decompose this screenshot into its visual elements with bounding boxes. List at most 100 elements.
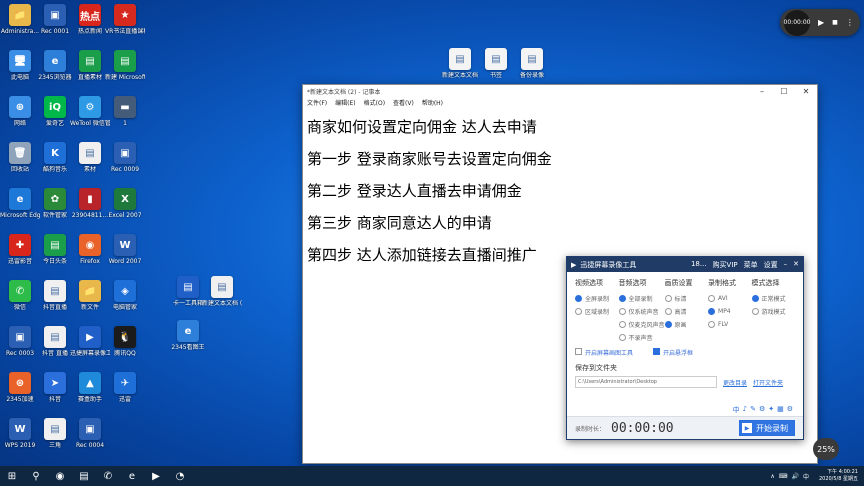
- buy-vip-button[interactable]: 购买VIP: [713, 260, 738, 270]
- desktop-icon[interactable]: 🖥 此电脑: [0, 50, 40, 81]
- taskbar-app-icon[interactable]: ▤: [72, 466, 96, 486]
- radio-option[interactable]: 正常模式: [751, 292, 796, 305]
- desktop-icon[interactable]: 🗑 回收站: [0, 142, 40, 173]
- radio-option[interactable]: 全部录制: [618, 292, 665, 305]
- desktop-icon[interactable]: ▤ 备份录像: [512, 48, 552, 79]
- menu-button[interactable]: 菜单: [744, 260, 758, 270]
- desktop-icon[interactable]: W Word 2007: [105, 234, 145, 265]
- radio-option[interactable]: 原画: [664, 318, 709, 331]
- minimize-icon[interactable]: –: [751, 87, 773, 96]
- notepad-titlebar[interactable]: *新建文本文档 (2) - 记事本 – ☐ ✕: [303, 85, 817, 98]
- desktop-icon[interactable]: ▣ Rec 0009: [105, 142, 145, 173]
- start-record-button[interactable]: ▶ 开始录制: [739, 420, 795, 436]
- menu-view[interactable]: 查看(V): [393, 98, 414, 108]
- desktop-icon[interactable]: ▤ 三角: [35, 418, 75, 449]
- desktop-icon[interactable]: ▮ 23904811...: [70, 188, 110, 219]
- desktop-icon[interactable]: ◈ 电脑管家: [105, 280, 145, 311]
- toolbar-tool-icon[interactable]: ⚙: [787, 405, 793, 415]
- toolbar-tool-icon[interactable]: ✎: [750, 405, 756, 415]
- desktop-icon[interactable]: ▣ Rec 0003: [0, 326, 40, 357]
- change-dir-link[interactable]: 更改目录: [723, 378, 747, 387]
- minimize-icon[interactable]: –: [784, 260, 788, 270]
- desktop-icon[interactable]: 🐧 腾讯QQ: [105, 326, 145, 357]
- play-icon[interactable]: ▶: [818, 18, 824, 27]
- desktop-icon[interactable]: 📁 Administra...: [0, 4, 40, 35]
- desktop-icon[interactable]: e 2345看图王: [168, 320, 208, 351]
- start-icon[interactable]: ⊞: [0, 466, 24, 486]
- radio-option[interactable]: 区域录制: [575, 305, 619, 318]
- desktop-icon[interactable]: ▤ 新建 Microsoft...: [105, 50, 145, 81]
- clock[interactable]: 下午 4:00:21 2020/5/8 星期五: [819, 469, 858, 483]
- desktop-icon[interactable]: ✈ 迅雷: [105, 372, 145, 403]
- radio-option[interactable]: 不录声音: [618, 331, 665, 344]
- maximize-icon[interactable]: ☐: [773, 87, 795, 96]
- desktop-icon[interactable]: ⊕ 网络: [0, 96, 40, 127]
- float-window-checkbox[interactable]: 开启悬浮框: [653, 348, 693, 357]
- desktop-icon[interactable]: ▣ Rec 0004: [70, 418, 110, 449]
- desktop-icon[interactable]: e 2345浏览器: [35, 50, 75, 81]
- taskbar-app-icon[interactable]: ◉: [48, 466, 72, 486]
- close-icon[interactable]: ✕: [793, 260, 799, 270]
- desktop-icon[interactable]: ▬ 1: [105, 96, 145, 127]
- radio-option[interactable]: MP4: [708, 305, 752, 318]
- desktop-icon[interactable]: e Microsoft Edge: [0, 188, 40, 219]
- screen-recorder-window[interactable]: ▶ 迅捷屏幕录像工具 18... 购买VIP 菜单 设置 – ✕ 视频选项 全屏录…: [566, 256, 804, 440]
- taskbar-app-icon[interactable]: ✆: [96, 466, 120, 486]
- toolbar-tool-icon[interactable]: ⚙: [759, 405, 765, 415]
- desktop-icon[interactable]: ▤ 素材: [70, 142, 110, 173]
- drawing-tool-checkbox[interactable]: 开启屏幕画图工具: [575, 348, 633, 357]
- search-icon[interactable]: ⚲: [24, 466, 48, 486]
- radio-option[interactable]: 全屏录制: [575, 292, 619, 305]
- desktop-icon[interactable]: iQ 爱奇艺: [35, 96, 75, 127]
- desktop-icon[interactable]: ▤ 今日头条: [35, 234, 75, 265]
- radio-option[interactable]: FLV: [708, 318, 752, 331]
- open-folder-link[interactable]: 打开文件夹: [753, 378, 783, 387]
- desktop-icon[interactable]: ★ VR书法直播课程设计: [105, 4, 145, 35]
- desktop-icon[interactable]: ✿ 软件管家: [35, 188, 75, 219]
- taskbar-app-icon[interactable]: e: [120, 466, 144, 486]
- volume-icon[interactable]: 🔊: [791, 473, 798, 480]
- desktop-icon[interactable]: ▣ Rec 0001: [35, 4, 75, 35]
- floating-record-widget[interactable]: 00:00:00 ▶ ■ ⋮: [780, 9, 860, 36]
- desktop-icon[interactable]: ⊛ 2345加速: [0, 372, 40, 403]
- desktop-icon[interactable]: ⚙ WeTool 微信管理: [70, 96, 110, 127]
- toolbar-tool-icon[interactable]: ♪: [743, 405, 747, 415]
- radio-option[interactable]: 高清: [664, 305, 709, 318]
- close-icon[interactable]: ✕: [795, 87, 817, 96]
- menu-edit[interactable]: 编辑(E): [335, 98, 355, 108]
- user-account[interactable]: 18...: [691, 260, 707, 270]
- taskbar-app-icon[interactable]: ◔: [168, 466, 192, 486]
- radio-option[interactable]: 仅系统声音: [618, 305, 665, 318]
- desktop-icon[interactable]: W WPS 2019: [0, 418, 40, 449]
- desktop-icon[interactable]: 📁 新文件: [70, 280, 110, 311]
- desktop-icon[interactable]: K 酷狗音乐: [35, 142, 75, 173]
- radio-option[interactable]: 游戏模式: [751, 305, 796, 318]
- recorder-titlebar[interactable]: ▶ 迅捷屏幕录像工具 18... 购买VIP 菜单 设置 – ✕: [567, 257, 803, 272]
- tray-expand-icon[interactable]: ∧: [770, 473, 774, 480]
- menu-help[interactable]: 帮助(H): [422, 98, 443, 108]
- toolbar-tool-icon[interactable]: ✦: [768, 405, 774, 415]
- settings-button[interactable]: 设置: [764, 260, 778, 270]
- stop-icon[interactable]: ■: [832, 19, 838, 26]
- radio-option[interactable]: AVI: [708, 292, 752, 305]
- radio-option[interactable]: 标清: [664, 292, 709, 305]
- toolbar-tool-icon[interactable]: 中: [733, 405, 740, 415]
- desktop-icon[interactable]: ▶ 迅捷屏幕录像工具: [70, 326, 110, 357]
- desktop-icon[interactable]: ▤ 抖音直播: [35, 280, 75, 311]
- more-icon[interactable]: ⋮: [846, 18, 854, 27]
- desktop-icon[interactable]: ▲ 赛盒助手: [70, 372, 110, 403]
- radio-option[interactable]: 仅麦克风声音: [618, 318, 665, 331]
- desktop-icon[interactable]: 热点 热点新闻: [70, 4, 110, 35]
- menu-format[interactable]: 格式(O): [364, 98, 385, 108]
- desktop-icon[interactable]: ◉ Firefox: [70, 234, 110, 265]
- toolbar-tool-icon[interactable]: ▦: [777, 405, 784, 415]
- desktop-icon[interactable]: ➤ 抖音: [35, 372, 75, 403]
- desktop-icon[interactable]: ▤ 抖音 直播: [35, 326, 75, 357]
- taskbar-app-icon[interactable]: ▶: [144, 466, 168, 486]
- desktop-icon[interactable]: ✚ 迅雷影音: [0, 234, 40, 265]
- desktop-icon[interactable]: ▤ 新建文本文档 (2): [202, 276, 242, 307]
- desktop-icon[interactable]: ▤ 直播素材: [70, 50, 110, 81]
- desktop-icon[interactable]: ✆ 微信: [0, 280, 40, 311]
- ime-icon[interactable]: 中: [803, 472, 809, 481]
- desktop-icon[interactable]: X Excel 2007: [105, 188, 145, 219]
